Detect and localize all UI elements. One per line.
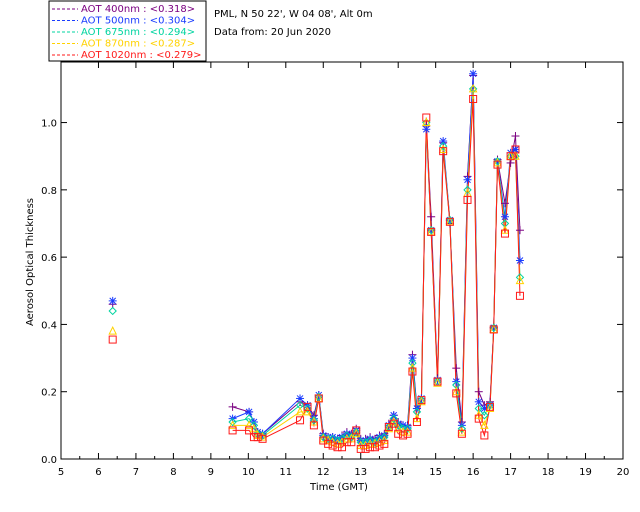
series-line (232, 75, 521, 440)
x-tick-label: 19 (579, 467, 592, 478)
legend-label: AOT 400nm : <0.318> (81, 4, 195, 15)
data-point (463, 175, 472, 184)
data-point (108, 326, 118, 335)
x-tick-label: 17 (504, 467, 517, 478)
y-tick-label: 0.0 (41, 455, 57, 466)
data-point (228, 402, 237, 411)
aot-chart: AOT 400nm : <0.318>AOT 500nm : <0.304>AO… (25, 0, 629, 493)
legend: AOT 400nm : <0.318>AOT 500nm : <0.304>AO… (48, 0, 207, 62)
data-point (427, 212, 436, 221)
x-tick-label: 13 (354, 467, 367, 478)
y-tick-label: 1.0 (41, 119, 57, 130)
data-point (408, 354, 417, 363)
y-axis-title: Aerosol Optical Thickness (25, 198, 36, 326)
x-tick-label: 8 (170, 467, 176, 478)
data-point (515, 256, 524, 265)
station-info: PML, N 50 22', W 04 08', Alt 0m (214, 9, 373, 20)
y-tick-label: 0.4 (41, 320, 57, 331)
x-axis-title: Time (GMT) (309, 482, 368, 493)
x-tick-label: 12 (317, 467, 330, 478)
x-tick-label: 18 (542, 467, 555, 478)
y-tick-label: 0.6 (41, 253, 57, 264)
plot-frame (60, 61, 624, 460)
x-tick-label: 16 (467, 467, 480, 478)
data-point (511, 132, 520, 141)
legend-label: AOT 870nm : <0.287> (81, 39, 195, 50)
axis-ticks: 5 6 7 8 9 10 11 12 13 14 15 16 17 18 19 20 0.0 0.2 0.4 0.6 0… (41, 62, 629, 478)
data-point (108, 335, 117, 344)
legend-label: AOT 675nm : <0.294> (81, 27, 195, 38)
data-point (515, 226, 524, 235)
legend-label: AOT 1020nm : <0.279> (81, 50, 201, 61)
data-point (108, 306, 117, 316)
x-tick-label: 9 (208, 467, 214, 478)
point-shape (108, 306, 117, 316)
data-point (108, 296, 117, 305)
data-point (474, 387, 483, 396)
x-tick-label: 15 (429, 467, 442, 478)
x-tick-label: 14 (392, 467, 405, 478)
x-tick-label: 11 (279, 467, 292, 478)
point-shape (108, 326, 118, 335)
x-tick-label: 7 (133, 467, 139, 478)
x-tick-label: 5 (58, 467, 64, 478)
date-info: Data from: 20 Jun 2020 (214, 27, 331, 38)
x-tick-label: 6 (95, 467, 101, 478)
data-point (469, 69, 478, 78)
data-point (452, 364, 461, 373)
series-layer (108, 69, 525, 453)
legend-label: AOT 500nm : <0.304> (81, 16, 195, 27)
y-tick-label: 0.2 (41, 388, 57, 399)
y-tick-label: 0.8 (41, 186, 57, 197)
data-point (439, 137, 448, 146)
x-tick-label: 10 (242, 467, 255, 478)
x-tick-label: 20 (617, 467, 630, 478)
point-shape (108, 335, 117, 344)
